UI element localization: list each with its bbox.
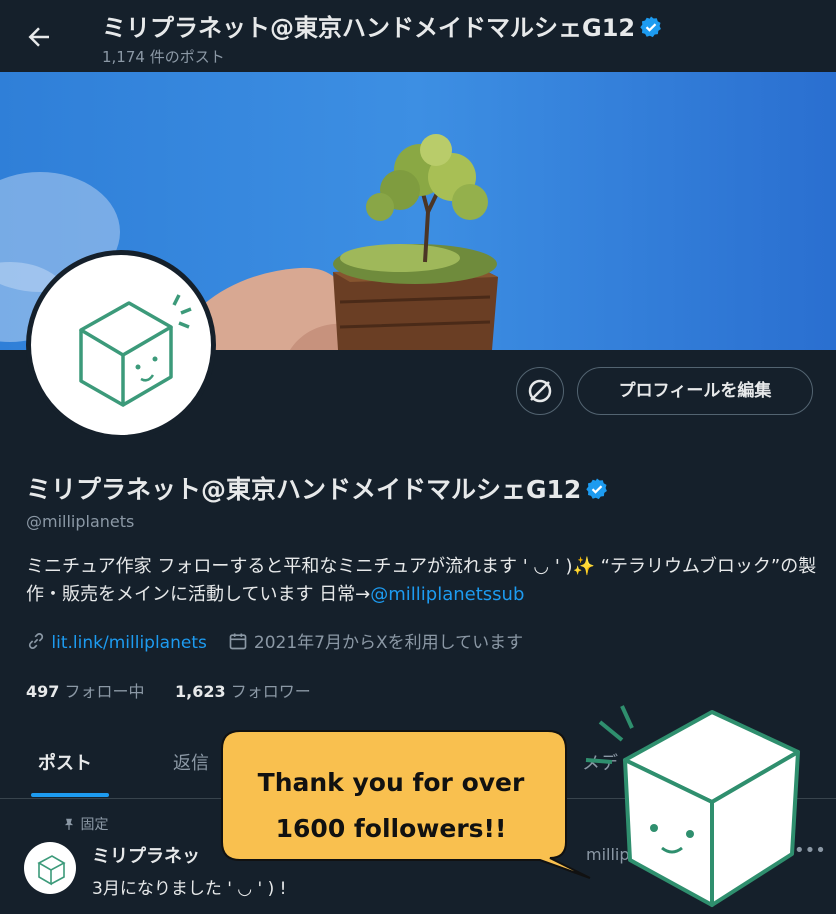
- tab-replies[interactable]: 返信: [173, 749, 209, 775]
- profile-meta: lit.link/milliplanets 2021年7月からXを利用しています: [26, 628, 523, 653]
- profile-avatar[interactable]: [26, 250, 216, 440]
- header-title: ミリプラネット@東京ハンドメイドマルシェG12: [102, 8, 663, 43]
- calendar-icon: [230, 633, 247, 650]
- joined-date: 2021年7月からXを利用しています: [253, 633, 524, 653]
- link-icon: [28, 633, 44, 649]
- profile-handle: @milliplanets: [26, 512, 135, 531]
- website-link[interactable]: lit.link/milliplanets: [51, 633, 206, 653]
- post-avatar[interactable]: [24, 842, 76, 894]
- grok-icon[interactable]: [516, 367, 564, 415]
- verified-badge-icon: [640, 16, 662, 38]
- post-text: 3月になりました ' ◡ ' ) !: [92, 879, 287, 899]
- active-tab-indicator: [31, 793, 109, 797]
- bio-mention-link[interactable]: @milliplanetssub: [370, 584, 524, 605]
- follow-stats: 497 フォロー中 1,623 フォロワー: [26, 678, 311, 702]
- tab-posts[interactable]: ポスト: [38, 749, 92, 775]
- post-handle[interactable]: millip: [586, 845, 630, 864]
- pinned-label: 固定: [62, 814, 108, 834]
- following-link[interactable]: 497 フォロー中: [26, 682, 145, 701]
- profile-bio: ミニチュア作家 フォローすると平和なミニチュアが流れます ' ◡ ' )✨ “テ…: [26, 553, 826, 609]
- pin-icon: [64, 818, 74, 830]
- profile-name: ミリプラネット@東京ハンドメイドマルシェG12: [26, 470, 609, 506]
- post-author[interactable]: ミリプラネッ: [92, 842, 200, 868]
- back-arrow-icon[interactable]: [24, 22, 54, 52]
- top-bar: ミリプラネット@東京ハンドメイドマルシェG12 1,174 件のポスト: [0, 0, 836, 72]
- verified-badge-icon: [586, 478, 608, 500]
- edit-profile-button[interactable]: プロフィールを編集: [577, 367, 813, 415]
- bubble-line-2: 1600 followers!!: [275, 814, 507, 843]
- more-icon[interactable]: •••: [794, 840, 826, 861]
- tab-media[interactable]: メデ: [582, 749, 618, 775]
- post-count: 1,174 件のポスト: [102, 48, 225, 66]
- bubble-line-1: Thank you for over: [257, 768, 525, 797]
- followers-link[interactable]: 1,623 フォロワー: [175, 682, 311, 701]
- celebration-bubble-text: Thank you for over 1600 followers!!: [222, 760, 560, 852]
